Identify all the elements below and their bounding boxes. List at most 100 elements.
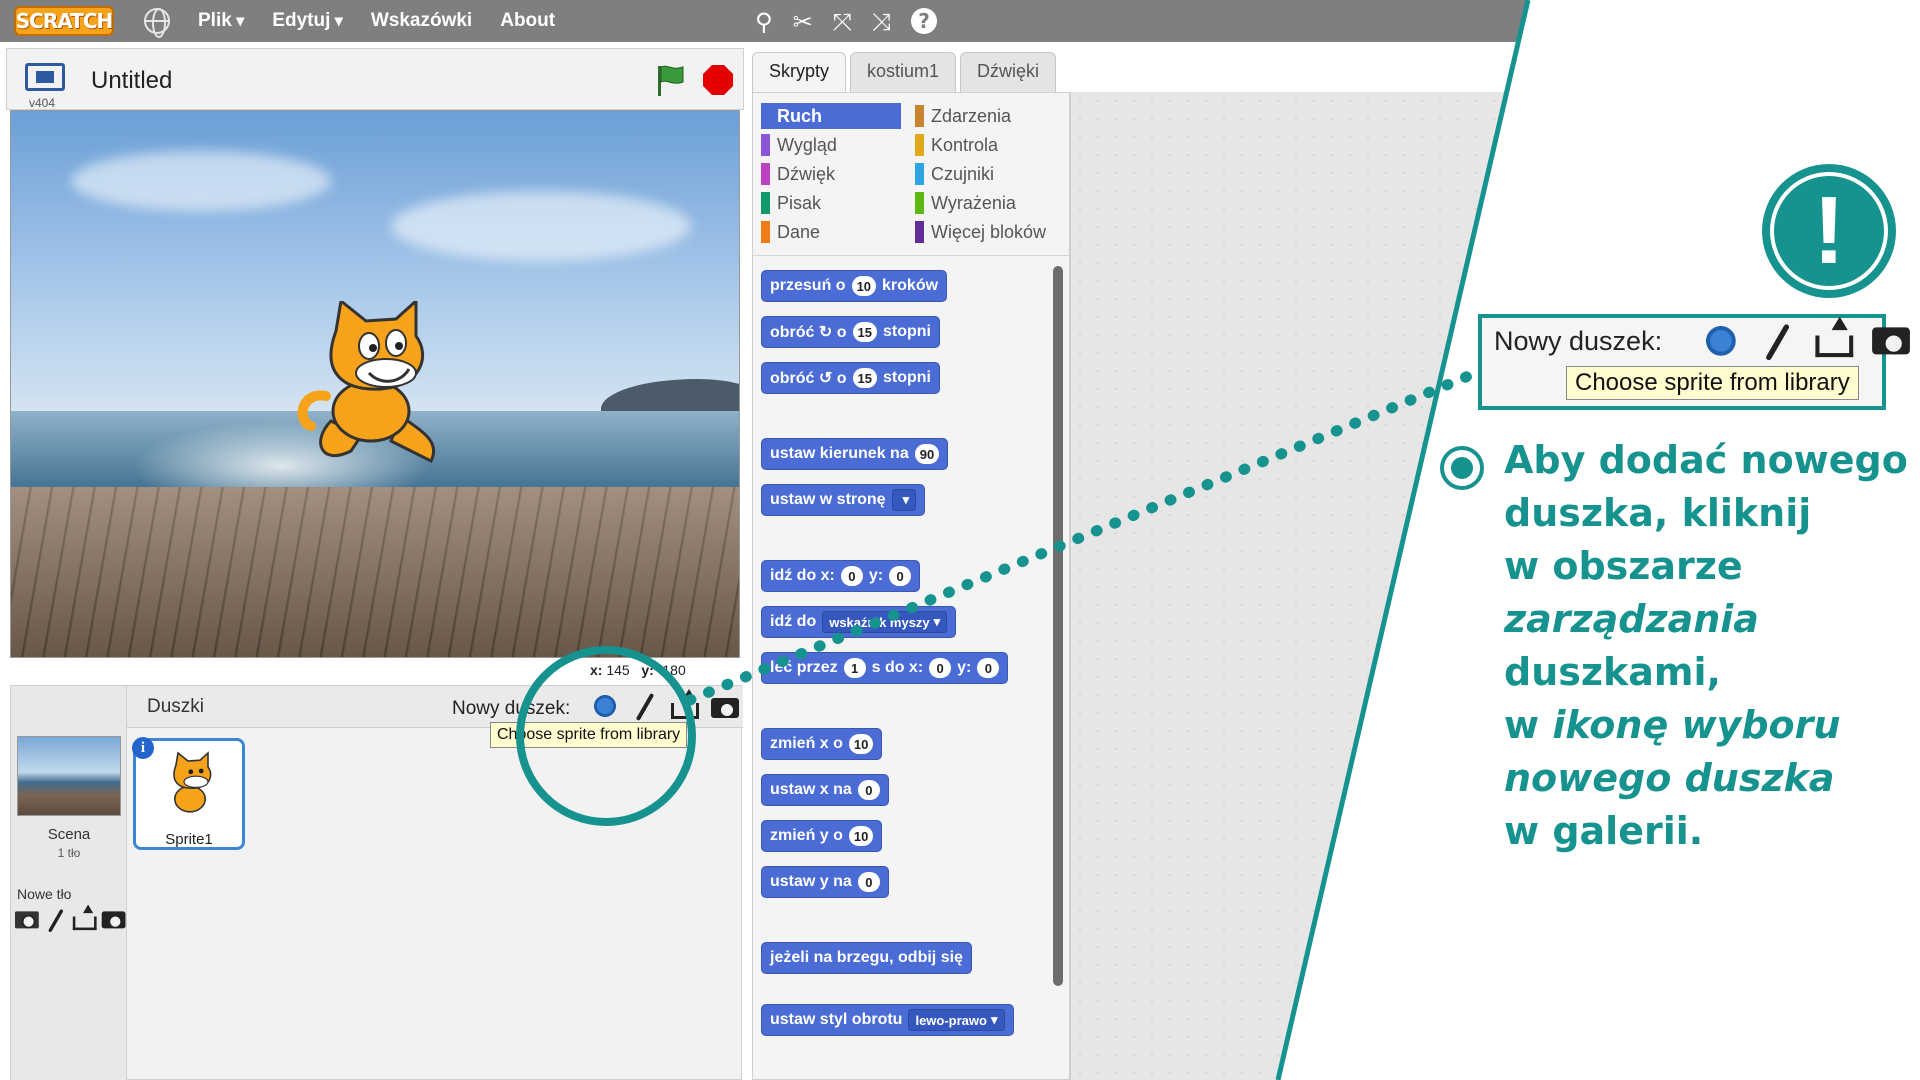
version-label: v404	[29, 96, 56, 110]
editor-tabs: Skrypty kostium1 Dźwięki	[752, 52, 1057, 92]
block-change-x[interactable]: zmień x o 10	[761, 728, 883, 760]
block-input[interactable]: 0	[857, 872, 880, 892]
block-bounce[interactable]: jeżeli na brzegu, odbij się	[761, 942, 972, 974]
category-data[interactable]: Dane	[761, 219, 901, 245]
instruction-text-part: w	[1504, 703, 1553, 747]
block-input[interactable]: 10	[848, 734, 874, 754]
scene-thumbnail[interactable]	[17, 736, 121, 816]
category-sensing[interactable]: Czujniki	[915, 161, 1065, 187]
block-text: stopni	[882, 369, 931, 386]
category-events[interactable]: Zdarzenia	[915, 103, 1065, 129]
green-flag-icon[interactable]	[653, 63, 687, 97]
language-globe-icon[interactable]	[144, 8, 170, 38]
block-change-y[interactable]: zmień y o 10	[761, 820, 883, 852]
block-input[interactable]: 0	[929, 658, 952, 678]
menu-tips[interactable]: Wskazówki	[371, 10, 472, 32]
stage[interactable]	[10, 110, 740, 658]
bullet-icon	[1440, 446, 1484, 490]
category-control[interactable]: Kontrola	[915, 132, 1065, 158]
palette-scrollbar[interactable]	[1053, 266, 1063, 986]
sprite-library-icon[interactable]	[591, 692, 619, 720]
block-input[interactable]: 0	[840, 566, 863, 586]
block-turn-right[interactable]: obróć ↻ o 15 stopni	[761, 316, 940, 348]
block-input[interactable]: 0	[889, 566, 912, 586]
block-glide[interactable]: leć przez 1 s do x: 0 y: 0	[761, 652, 1009, 684]
camera-sprite-icon[interactable]	[711, 698, 739, 718]
camera-backdrop-icon[interactable]	[101, 911, 126, 929]
delete-scissors-icon[interactable]: ✂	[793, 8, 813, 36]
callout-tooltip: Choose sprite from library	[1566, 366, 1859, 400]
block-move-steps[interactable]: przesuń o 10 kroków	[761, 270, 948, 302]
duplicate-stamp-icon[interactable]: ⚲	[755, 8, 773, 36]
block-text: idź do	[770, 613, 817, 630]
block-text: ustaw y na	[770, 873, 852, 890]
info-icon[interactable]: i	[132, 737, 154, 759]
upload-backdrop-icon[interactable]	[72, 904, 97, 931]
paint-sprite-icon[interactable]	[631, 692, 659, 720]
project-title[interactable]: Untitled	[91, 67, 172, 95]
category-looks[interactable]: Wygląd	[761, 132, 901, 158]
block-input[interactable]: 90	[914, 444, 940, 464]
instruction-text: Aby dodać nowego duszka, kliknij w obsza…	[1504, 434, 1914, 858]
block-input[interactable]: 1	[843, 658, 866, 678]
scratch-logo[interactable]: SCRATCH	[14, 6, 114, 36]
block-input[interactable]: 0	[977, 658, 1000, 678]
shrink-icon[interactable]: ⤨	[872, 8, 891, 36]
paint-backdrop-icon[interactable]	[44, 908, 68, 932]
blocks-area: przesuń o 10 kroków obróć ↻ o 15 stopni obró…	[753, 255, 1071, 1080]
menu-edit[interactable]: Edytuj	[272, 10, 343, 32]
block-dropdown[interactable]	[891, 489, 917, 511]
menu-file[interactable]: Plik	[198, 10, 244, 32]
menu-about[interactable]: About	[500, 10, 555, 32]
sprite-library-icon[interactable]	[1702, 322, 1740, 360]
instruction-line: zarządzania duszkami,	[1504, 593, 1914, 699]
stop-sign-icon[interactable]	[703, 65, 733, 95]
block-input[interactable]: 0	[857, 780, 880, 800]
block-input[interactable]: 15	[852, 322, 877, 342]
block-text: obróć ↺ o	[770, 370, 847, 387]
category-motion[interactable]: Ruch	[761, 103, 901, 129]
block-text: przesuń o	[770, 277, 846, 294]
cloud	[391, 191, 691, 261]
block-set-y[interactable]: ustaw y na 0	[761, 866, 889, 898]
instruction-line: Aby dodać nowego	[1504, 438, 1908, 482]
scene-label: Scena	[47, 826, 91, 843]
block-input[interactable]: 10	[848, 826, 874, 846]
instruction-line: duszka, kliknij	[1504, 491, 1812, 535]
block-turn-left[interactable]: obróć ↺ o 15 stopni	[761, 362, 940, 394]
block-point-direction[interactable]: ustaw kierunek na 90	[761, 438, 949, 470]
block-point-towards[interactable]: ustaw w stronę	[761, 484, 926, 516]
grow-icon[interactable]: ⤧	[833, 8, 852, 36]
scripts-area[interactable]	[1070, 92, 1560, 1080]
block-rotation-style[interactable]: ustaw styl obrotu lewo-prawo	[761, 1004, 1014, 1036]
help-icon[interactable]: ?	[911, 8, 938, 34]
category-more-blocks[interactable]: Więcej bloków	[915, 219, 1065, 245]
block-dropdown[interactable]: lewo-prawo	[908, 1009, 1005, 1031]
camera-sprite-icon[interactable]	[1872, 327, 1910, 355]
block-text: s do x:	[871, 659, 924, 676]
paint-sprite-icon[interactable]	[1759, 322, 1797, 360]
coord-y-label: y:	[641, 662, 654, 678]
new-sprite-label: Nowy duszek:	[452, 698, 571, 719]
category-operators[interactable]: Wyrażenia	[915, 190, 1065, 216]
block-set-x[interactable]: ustaw x na 0	[761, 774, 889, 806]
zoom-callout: Nowy duszek: Choose sprite from library	[1478, 314, 1910, 410]
tab-costumes[interactable]: kostium1	[850, 52, 957, 92]
tab-sounds[interactable]: Dźwięki	[960, 52, 1057, 92]
instruction-line: w galerii.	[1504, 809, 1704, 853]
cat-sprite[interactable]	[291, 301, 451, 471]
upload-sprite-icon[interactable]	[671, 689, 699, 719]
block-go-to[interactable]: idź do wskaźnik myszy	[761, 606, 957, 638]
block-input[interactable]: 10	[851, 276, 877, 296]
sprite-tile[interactable]: i Sprite1	[132, 737, 245, 850]
backdrop-library-icon[interactable]	[15, 911, 39, 929]
upload-sprite-icon[interactable]	[1815, 316, 1854, 358]
category-sound[interactable]: Dźwięk	[761, 161, 901, 187]
block-input[interactable]: 15	[852, 368, 877, 388]
block-dropdown[interactable]: wskaźnik myszy	[822, 611, 948, 633]
presentation-mode-icon[interactable]	[25, 63, 65, 91]
category-pen[interactable]: Pisak	[761, 190, 901, 216]
block-go-to-xy[interactable]: idź do x: 0 y: 0	[761, 560, 921, 592]
tab-scripts[interactable]: Skrypty	[752, 52, 847, 92]
tooltip: Choose sprite from library	[490, 722, 688, 748]
